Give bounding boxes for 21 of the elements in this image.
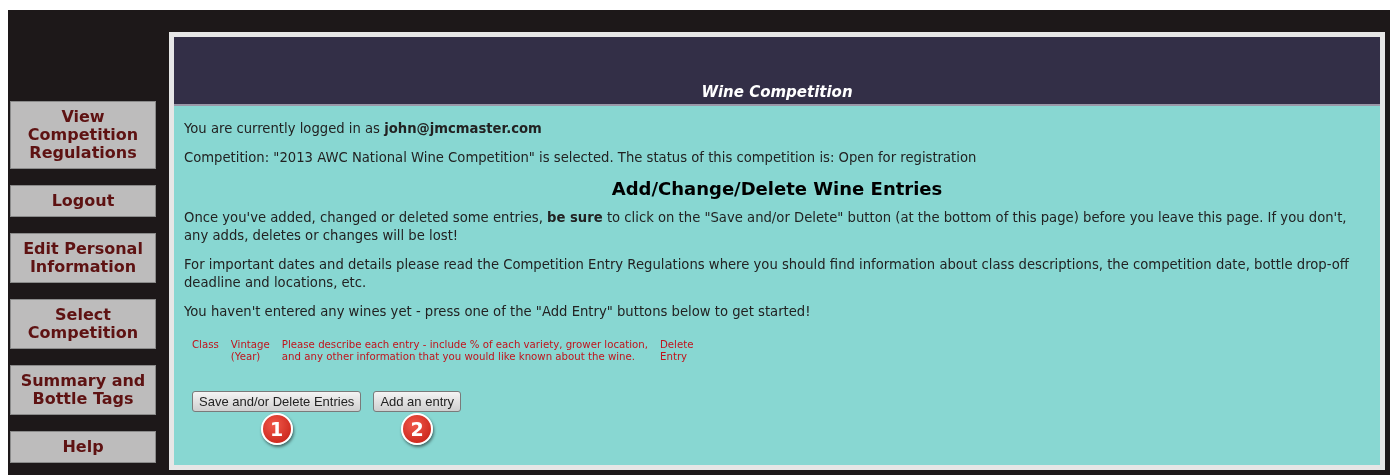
page-title: Wine Competition <box>701 83 853 101</box>
login-text: You are currently logged in as john@jmcmaster.com <box>184 120 543 138</box>
sidebar-button[interactable]: Help <box>10 431 156 463</box>
action-button[interactable]: Add an entry <box>373 391 462 412</box>
column-header: Class <box>192 339 219 352</box>
sidebar-button[interactable]: Summary and Bottle Tags <box>10 365 156 415</box>
column-header: Delete Entry <box>660 339 694 363</box>
section-heading: Add/Change/Delete Wine Entries <box>610 178 944 199</box>
step-badge: 1 <box>260 413 293 445</box>
instruction-text: Once you've added, changed or deleted some entries, be sure to click on the "Save and/or Delete" button (at the bottom of this page) before you leave this page. If you don't, any adds, deletes or changes will be lost! <box>184 209 1348 245</box>
sidebar-button[interactable]: Edit Personal Information <box>10 233 156 283</box>
competition-text: Competition: "2013 AWC National Wine Competition" is selected. The status of this competition is: Open for registration <box>184 149 978 167</box>
instruction-text: For important dates and details please read the Competition Entry Regulations where you should find information about class descriptions, the competition date, bottle drop-off deadline and locations, etc. <box>184 256 1350 292</box>
instruction-text: You haven't entered any wines yet - press one of the "Add Entry" buttons below to get started! <box>184 303 812 321</box>
sidebar-button[interactable]: View Competition Regulations <box>10 101 156 169</box>
column-header: Please describe each entry - include % of each variety, grower location, and any other information that you would like known about the wine. <box>281 339 648 363</box>
sidebar-button[interactable]: Select Competition <box>10 299 156 349</box>
column-header: Vintage (Year) <box>230 339 270 363</box>
sidebar-button[interactable]: Logout <box>10 185 156 217</box>
action-button[interactable]: Save and/or Delete Entries <box>192 391 362 412</box>
step-badge: 2 <box>401 413 434 445</box>
